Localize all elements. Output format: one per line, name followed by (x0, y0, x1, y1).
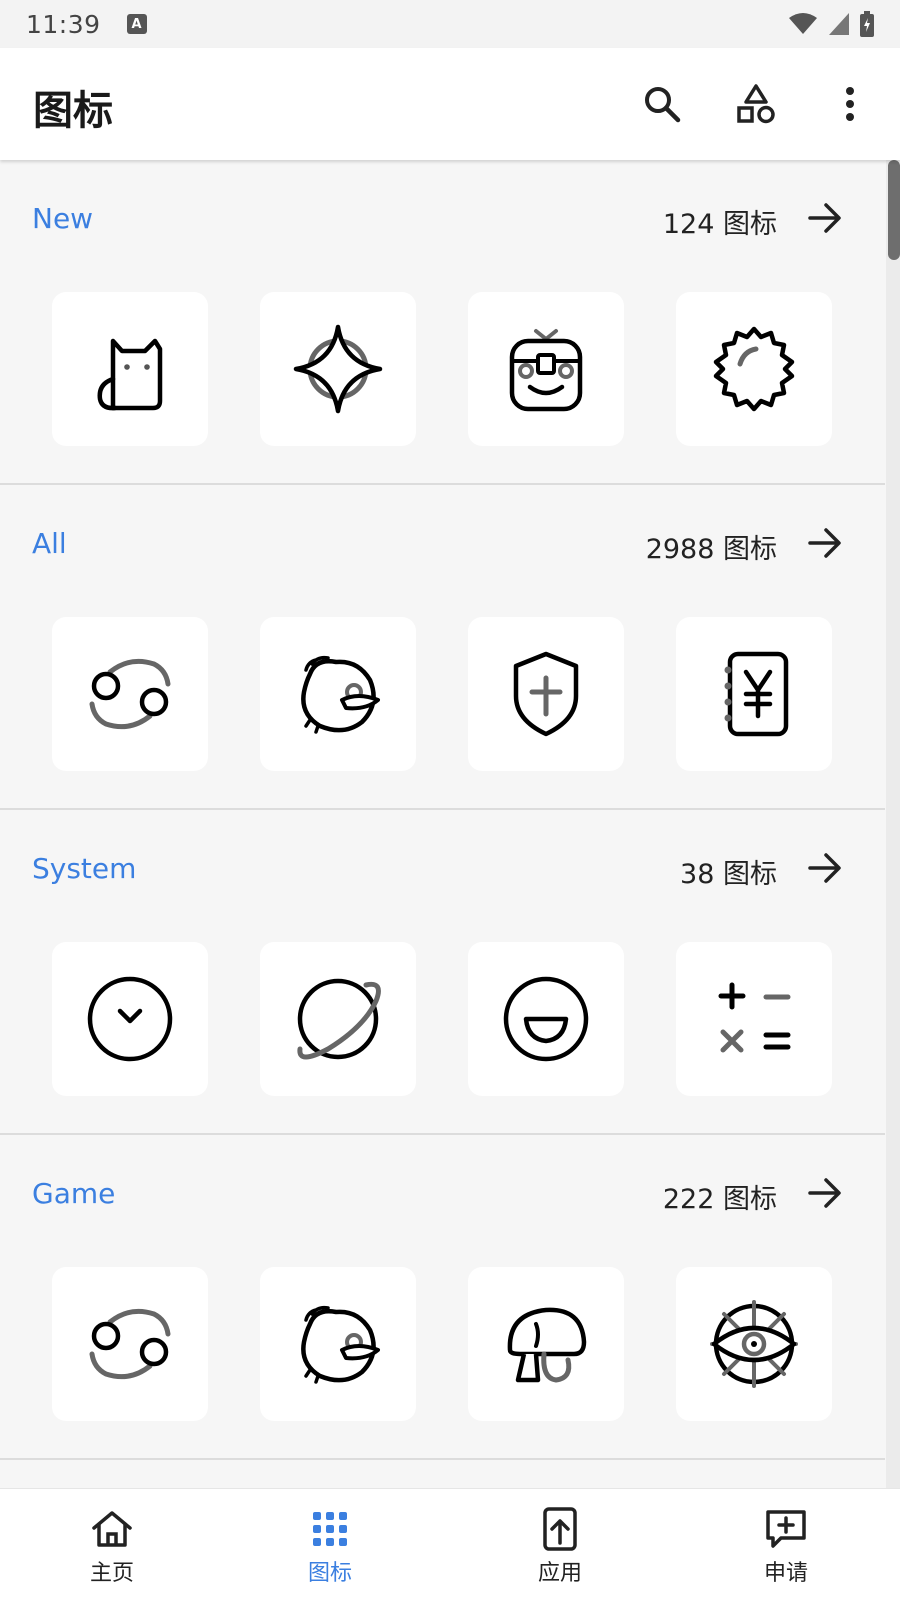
icon-card[interactable] (260, 292, 416, 446)
scrollbar[interactable] (886, 160, 900, 1490)
section-new: New 124 图标 (0, 160, 885, 485)
section-count: 38 图标 (680, 859, 777, 890)
status-time: 11:39 (26, 9, 101, 39)
smile-face-icon (503, 976, 589, 1062)
wifi-icon (789, 13, 817, 34)
icon-card[interactable] (260, 942, 416, 1096)
section-system: System 38 图标 (0, 810, 885, 1135)
nav-item-apps[interactable]: 应用 (470, 1489, 650, 1600)
section-title[interactable]: New (32, 202, 93, 235)
planet-icon (297, 978, 381, 1060)
search-button[interactable] (636, 78, 688, 130)
cat-icon (97, 338, 163, 411)
nav-label: 图标 (307, 1561, 352, 1586)
open-section-button[interactable] (805, 848, 845, 888)
shapes-icon (737, 84, 775, 124)
icon-card[interactable] (468, 292, 624, 446)
bottom-navigation: 主页 图标 应用 申请 (0, 1488, 900, 1600)
request-icon-wrap (764, 1507, 808, 1551)
app-bar: 图标 (0, 48, 900, 160)
eye-wheel-icon (710, 1300, 798, 1388)
nav-item-icons[interactable]: 图标 (240, 1489, 420, 1600)
mushroom-icon (507, 1307, 587, 1383)
icon-card[interactable] (676, 942, 832, 1096)
icon-card[interactable] (676, 617, 832, 771)
app-upload-icon (543, 1507, 577, 1551)
section-title[interactable]: System (32, 852, 136, 885)
notification-a-icon: A (126, 14, 147, 34)
section-game: Game 222 图标 (0, 1135, 885, 1460)
search-icon (645, 87, 681, 123)
nav-label: 申请 (763, 1561, 808, 1586)
section-count: 2988 图标 (645, 534, 777, 565)
request-icon (766, 1510, 806, 1548)
open-section-button[interactable] (805, 1173, 845, 1213)
cancer-zodiac-icon (89, 1308, 171, 1380)
home-icon (92, 1511, 132, 1547)
section-title[interactable]: All (32, 527, 67, 560)
page-title: 图标 (33, 88, 113, 134)
grid-icon (313, 1512, 347, 1546)
clock-chevron-icon (87, 976, 173, 1062)
home-icon-wrap (90, 1507, 134, 1551)
sparkle-star-icon (293, 324, 383, 414)
battery-icon (860, 11, 874, 37)
icon-card[interactable] (468, 1267, 624, 1421)
icon-card[interactable] (260, 617, 416, 771)
more-vert-icon (846, 87, 854, 121)
nav-item-home[interactable]: 主页 (22, 1489, 202, 1600)
icon-card[interactable] (468, 617, 624, 771)
arrow-right-icon (808, 853, 841, 883)
section-all: All 2988 图标 (0, 485, 885, 810)
bird-icon (301, 655, 380, 734)
category-list: New 124 图标 All 2988 图标 System 38 图标 Game… (0, 160, 900, 1490)
more-options-button[interactable] (830, 78, 870, 130)
icon-card[interactable] (676, 292, 832, 446)
icon-card[interactable] (260, 1267, 416, 1421)
signal-icon (829, 13, 849, 35)
section-count: 222 图标 (662, 1184, 777, 1215)
status-indicators (788, 11, 874, 37)
section-count: 124 图标 (662, 209, 777, 240)
nav-item-request[interactable]: 申请 (696, 1489, 876, 1600)
shapes-button[interactable] (730, 78, 782, 130)
shield-plus-icon (513, 651, 579, 737)
open-section-button[interactable] (805, 198, 845, 238)
cancer-zodiac-icon (89, 658, 171, 730)
icon-card[interactable] (52, 1267, 208, 1421)
nav-label: 主页 (89, 1561, 134, 1586)
arrow-right-icon (808, 1178, 841, 1208)
icon-card[interactable] (52, 617, 208, 771)
status-bar: 11:39 A (0, 0, 900, 48)
icon-card[interactable] (468, 942, 624, 1096)
app-upload-icon-wrap (538, 1507, 582, 1551)
bird-icon (301, 1305, 380, 1384)
next-section-edge (0, 1460, 885, 1490)
grid-icon-wrap (308, 1507, 352, 1551)
gear-sun-icon (713, 326, 795, 412)
arrow-right-icon (808, 528, 841, 558)
open-section-button[interactable] (805, 523, 845, 563)
icon-card[interactable] (676, 1267, 832, 1421)
robot-face-icon (509, 329, 583, 412)
nav-label: 应用 (537, 1561, 582, 1586)
yen-notebook-icon (724, 651, 789, 737)
calculator-icon (718, 982, 791, 1053)
icon-card[interactable] (52, 942, 208, 1096)
scrollbar-thumb[interactable] (888, 160, 900, 260)
section-title[interactable]: Game (32, 1177, 115, 1210)
icon-card[interactable] (52, 292, 208, 446)
arrow-right-icon (808, 203, 841, 233)
